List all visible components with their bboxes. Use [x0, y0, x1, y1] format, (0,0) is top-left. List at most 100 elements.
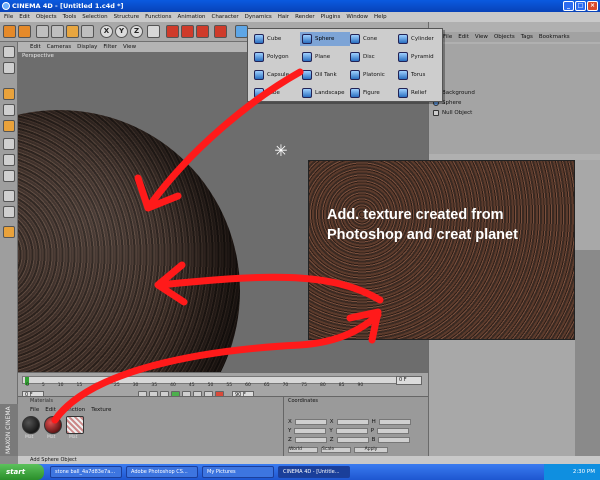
- primitive-figure-button[interactable]: Figure: [348, 86, 398, 100]
- primitive-cylinder-button[interactable]: Cylinder: [396, 32, 446, 46]
- maximize-button[interactable]: □: [575, 1, 586, 11]
- redo-icon[interactable]: [18, 25, 31, 38]
- rotation-p-field[interactable]: [377, 428, 410, 434]
- menu-item-functions[interactable]: Functions: [145, 12, 171, 22]
- material-swatch-1[interactable]: [22, 416, 40, 434]
- rotation-h-field[interactable]: [378, 419, 411, 425]
- material-swatch-3[interactable]: [66, 416, 84, 434]
- tweak-tool-icon[interactable]: [3, 190, 15, 202]
- object-tool-icon[interactable]: [3, 88, 15, 100]
- menu-item-animation[interactable]: Animation: [177, 12, 205, 22]
- viewport-menu-item-filter[interactable]: Filter: [103, 42, 117, 52]
- primitive-relief-button[interactable]: Relief: [396, 86, 446, 100]
- lock-z-axis-icon[interactable]: Z: [130, 25, 143, 38]
- texture-tool-icon[interactable]: [3, 104, 15, 116]
- render-view-icon[interactable]: [166, 25, 179, 38]
- object-menu-item-edit[interactable]: Edit: [458, 32, 469, 42]
- primitive-landscape-button[interactable]: Landscape: [300, 86, 350, 100]
- make-editable-icon[interactable]: [3, 46, 15, 58]
- menu-item-structure[interactable]: Structure: [114, 12, 140, 22]
- position-x-field[interactable]: [294, 419, 327, 425]
- primitive-oil-tank-button[interactable]: Oil Tank: [300, 68, 350, 82]
- model-tool-icon[interactable]: [3, 62, 15, 74]
- object-menu-item-bookmarks[interactable]: Bookmarks: [539, 32, 570, 42]
- primitive-disc-button[interactable]: Disc: [348, 50, 398, 64]
- menu-item-edit[interactable]: Edit: [19, 12, 30, 22]
- position-y-field[interactable]: [294, 428, 327, 434]
- primitive-objects-menu: Cube Sphere Cone Cylinder Polygon Plane Disc Py…: [247, 28, 443, 102]
- lock-x-axis-icon[interactable]: X: [100, 25, 113, 38]
- materials-menu-item-function[interactable]: Function: [62, 407, 85, 413]
- object-row-null[interactable]: Null Object: [433, 110, 472, 116]
- move-icon[interactable]: [51, 25, 64, 38]
- size-z-field[interactable]: [336, 437, 369, 443]
- menu-item-hair[interactable]: Hair: [278, 12, 289, 22]
- menu-item-window[interactable]: Window: [346, 12, 368, 22]
- primitive-pyramid-button[interactable]: Pyramid: [396, 50, 446, 64]
- coordinate-system-icon[interactable]: [147, 25, 160, 38]
- snap-tool-icon[interactable]: [3, 206, 15, 218]
- menu-item-help[interactable]: Help: [374, 12, 387, 22]
- rotate-icon[interactable]: [81, 25, 94, 38]
- lock-y-axis-icon[interactable]: Y: [115, 25, 128, 38]
- pyramid-icon: [398, 52, 408, 62]
- undo-icon[interactable]: [3, 25, 16, 38]
- polygons-tool-icon[interactable]: [3, 170, 15, 182]
- menu-item-tools[interactable]: Tools: [63, 12, 77, 22]
- edges-tool-icon[interactable]: [3, 154, 15, 166]
- menu-item-render[interactable]: Render: [295, 12, 315, 22]
- viewport-menu-item-view[interactable]: View: [123, 42, 136, 52]
- primitive-sphere-button[interactable]: Sphere: [300, 32, 350, 46]
- start-button[interactable]: start: [0, 464, 44, 480]
- taskbar-item-3[interactable]: My Pictures: [202, 466, 274, 478]
- size-y-field[interactable]: [335, 428, 368, 434]
- close-button[interactable]: ×: [587, 1, 598, 11]
- workplane-icon[interactable]: [3, 226, 15, 238]
- coord-mode-select[interactable]: World: [288, 447, 318, 453]
- apply-button[interactable]: Apply: [354, 447, 388, 453]
- primitive-polygon-button[interactable]: Polygon: [252, 50, 302, 64]
- primitive-label: Tube: [267, 90, 280, 96]
- primitive-platonic-button[interactable]: Platonic: [348, 68, 398, 82]
- materials-menu-item-texture[interactable]: Texture: [91, 407, 111, 413]
- primitive-plane-button[interactable]: Plane: [300, 50, 350, 64]
- current-frame-field[interactable]: 0 F: [396, 376, 422, 385]
- primitive-torus-button[interactable]: Torus: [396, 68, 446, 82]
- materials-menu-item-file[interactable]: File: [30, 407, 39, 413]
- primitive-cone-button[interactable]: Cone: [348, 32, 398, 46]
- menu-item-character[interactable]: Character: [211, 12, 238, 22]
- render-region-icon[interactable]: [214, 25, 227, 38]
- live-selection-icon[interactable]: [36, 25, 49, 38]
- materials-menu-item-edit[interactable]: Edit: [45, 407, 56, 413]
- menu-item-dynamics[interactable]: Dynamics: [245, 12, 272, 22]
- axis-tool-icon[interactable]: [3, 120, 15, 132]
- size-x-field[interactable]: [336, 419, 369, 425]
- rotation-b-field[interactable]: [378, 437, 411, 443]
- minimize-button[interactable]: _: [563, 1, 574, 11]
- primitive-tube-button[interactable]: Tube: [252, 86, 302, 100]
- material-swatch-2[interactable]: [44, 416, 62, 434]
- taskbar-item-2[interactable]: Adobe Photoshop CS...: [126, 466, 198, 478]
- taskbar-item-4[interactable]: CINEMA 4D - [Untitle...: [278, 466, 350, 478]
- object-menu-item-view[interactable]: View: [475, 32, 488, 42]
- viewport-menu-item-edit[interactable]: Edit: [30, 42, 41, 52]
- primitive-capsule-button[interactable]: Capsule: [252, 68, 302, 82]
- taskbar-item-1[interactable]: stone ball_4a7d83e7a...: [50, 466, 122, 478]
- primitive-cube-button[interactable]: Cube: [252, 32, 302, 46]
- render-settings-icon[interactable]: [196, 25, 209, 38]
- scale-icon[interactable]: [66, 25, 79, 38]
- object-menu-item-tags[interactable]: Tags: [521, 32, 533, 42]
- materials-title: Materials: [30, 398, 53, 404]
- viewport-menu-item-display[interactable]: Display: [77, 42, 97, 52]
- points-tool-icon[interactable]: [3, 138, 15, 150]
- menu-item-file[interactable]: File: [4, 12, 13, 22]
- coord-scale-select[interactable]: Scale: [321, 447, 351, 453]
- menu-item-selection[interactable]: Selection: [82, 12, 107, 22]
- viewport-menu-item-cameras[interactable]: Cameras: [47, 42, 71, 52]
- textured-sphere-planet[interactable]: [18, 110, 240, 372]
- menu-item-objects[interactable]: Objects: [36, 12, 57, 22]
- object-menu-item-objects[interactable]: Objects: [494, 32, 515, 42]
- menu-item-plugins[interactable]: Plugins: [321, 12, 341, 22]
- position-z-field[interactable]: [294, 437, 327, 443]
- render-picture-viewer-icon[interactable]: [181, 25, 194, 38]
